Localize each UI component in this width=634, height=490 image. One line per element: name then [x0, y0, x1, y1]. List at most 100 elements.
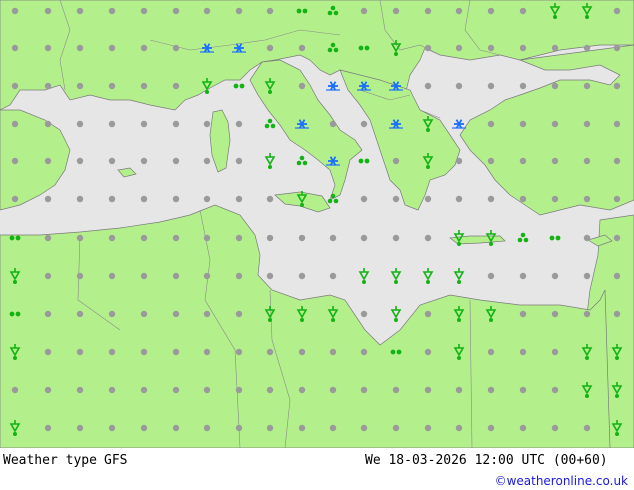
weather-symbol-dry	[613, 120, 621, 128]
weather-symbol-dry	[613, 82, 621, 90]
weather-symbol-dry	[360, 310, 368, 318]
weather-symbol-dry	[140, 120, 148, 128]
weather-symbol-dry	[44, 195, 52, 203]
weather-symbol-dry	[298, 82, 306, 90]
weather-symbol-dry	[44, 424, 52, 432]
weather-symbol-dry	[76, 386, 84, 394]
weather-symbol-dry	[203, 157, 211, 165]
weather-symbol-dry	[329, 348, 337, 356]
weather-symbol-dry	[519, 157, 527, 165]
weather-symbol-dry	[172, 82, 180, 90]
weather-symbol-dry	[266, 348, 274, 356]
weather-symbol-dry	[392, 386, 400, 394]
weather-symbol-dry	[298, 44, 306, 52]
weather-symbol-dry	[360, 348, 368, 356]
weather-symbol-dry	[235, 386, 243, 394]
weather-symbol-dry	[203, 234, 211, 242]
weather-symbol-dry	[140, 44, 148, 52]
weather-symbol-dry	[487, 82, 495, 90]
weather-symbol-dry	[44, 386, 52, 394]
weather-symbol-dry	[551, 272, 559, 280]
weather-symbol-dry	[235, 7, 243, 15]
weather-symbol-dry	[519, 7, 527, 15]
model-name: GFS	[104, 453, 128, 468]
weather-symbol-dry	[76, 348, 84, 356]
weather-symbol-dry	[613, 157, 621, 165]
weather-symbol-dry	[11, 7, 19, 15]
weather-symbol-dry	[583, 272, 591, 280]
weather-symbol-dry	[455, 386, 463, 394]
weather-symbol-dry	[392, 157, 400, 165]
weather-symbol-dry	[44, 310, 52, 318]
map-title: Weather type	[3, 453, 97, 468]
weather-symbol-dry	[203, 424, 211, 432]
weather-symbol-dry	[235, 310, 243, 318]
weather-symbol-dry	[235, 272, 243, 280]
weather-symbol-dry	[44, 157, 52, 165]
weather-symbol-dry	[487, 348, 495, 356]
weather-symbol-dry	[487, 157, 495, 165]
weather-symbol-dry	[583, 44, 591, 52]
weather-symbol-dry	[11, 195, 19, 203]
weather-symbol-dry	[108, 120, 116, 128]
weather-symbol-dry	[44, 7, 52, 15]
weather-symbol-dry	[329, 424, 337, 432]
weather-symbol-dry	[172, 234, 180, 242]
weather-symbol-dry	[613, 272, 621, 280]
weather-symbol-dry	[172, 44, 180, 52]
weather-symbol-dry	[583, 157, 591, 165]
weather-symbol-dry	[108, 234, 116, 242]
weather-symbol-dry	[519, 272, 527, 280]
weather-symbol-dry	[551, 157, 559, 165]
weather-symbol-dry	[551, 44, 559, 52]
weather-symbol-dry	[140, 386, 148, 394]
weather-symbol-dry	[203, 348, 211, 356]
weather-symbol-dry	[583, 195, 591, 203]
weather-symbol-dry	[424, 44, 432, 52]
weather-symbol-dry	[140, 7, 148, 15]
weather-symbol-dry	[424, 195, 432, 203]
weather-symbol-dry	[203, 120, 211, 128]
weather-symbol-dry	[487, 386, 495, 394]
weather-symbol-dry	[266, 386, 274, 394]
weather-symbol-dry	[108, 157, 116, 165]
weather-symbol-dry	[76, 424, 84, 432]
weather-symbol-dry	[76, 234, 84, 242]
weather-symbol-dry	[392, 195, 400, 203]
weather-symbol-dry	[203, 195, 211, 203]
weather-symbol-dry	[76, 120, 84, 128]
map-canvas	[0, 0, 634, 448]
weather-symbol-dry	[487, 272, 495, 280]
weather-symbol-dry	[360, 7, 368, 15]
weather-symbol-dry	[203, 310, 211, 318]
weather-symbol-dry	[44, 120, 52, 128]
weather-symbol-dry	[44, 44, 52, 52]
weather-symbol-dry	[519, 195, 527, 203]
weather-symbol-dry	[360, 195, 368, 203]
weather-symbol-dry	[140, 310, 148, 318]
weather-symbol-dry	[44, 348, 52, 356]
weather-symbol-dry	[203, 7, 211, 15]
weather-symbol-dry	[298, 348, 306, 356]
weather-symbol-dry	[519, 120, 527, 128]
weather-symbol-dry	[140, 348, 148, 356]
weather-symbol-dry	[519, 348, 527, 356]
weather-symbol-dry	[76, 7, 84, 15]
weather-symbol-dry	[172, 310, 180, 318]
weather-symbol-dry	[44, 234, 52, 242]
weather-symbol-dry	[329, 234, 337, 242]
weather-symbol-dry	[172, 120, 180, 128]
weather-symbol-dry	[172, 348, 180, 356]
weather-symbol-dry	[424, 310, 432, 318]
weather-symbol-dry	[455, 44, 463, 52]
valid-time: We 18-03-2026 12:00 UTC (00+60)	[365, 453, 608, 468]
weather-symbol-dry	[172, 272, 180, 280]
credit-link[interactable]: ©weatheronline.co.uk	[495, 474, 628, 488]
weather-symbol-dry	[613, 44, 621, 52]
weather-symbol-dry	[76, 195, 84, 203]
weather-symbol-dry	[613, 310, 621, 318]
weather-symbol-dry	[235, 424, 243, 432]
weather-symbol-dry	[266, 44, 274, 52]
weather-symbol-dry	[329, 272, 337, 280]
weather-symbol-dry	[487, 424, 495, 432]
